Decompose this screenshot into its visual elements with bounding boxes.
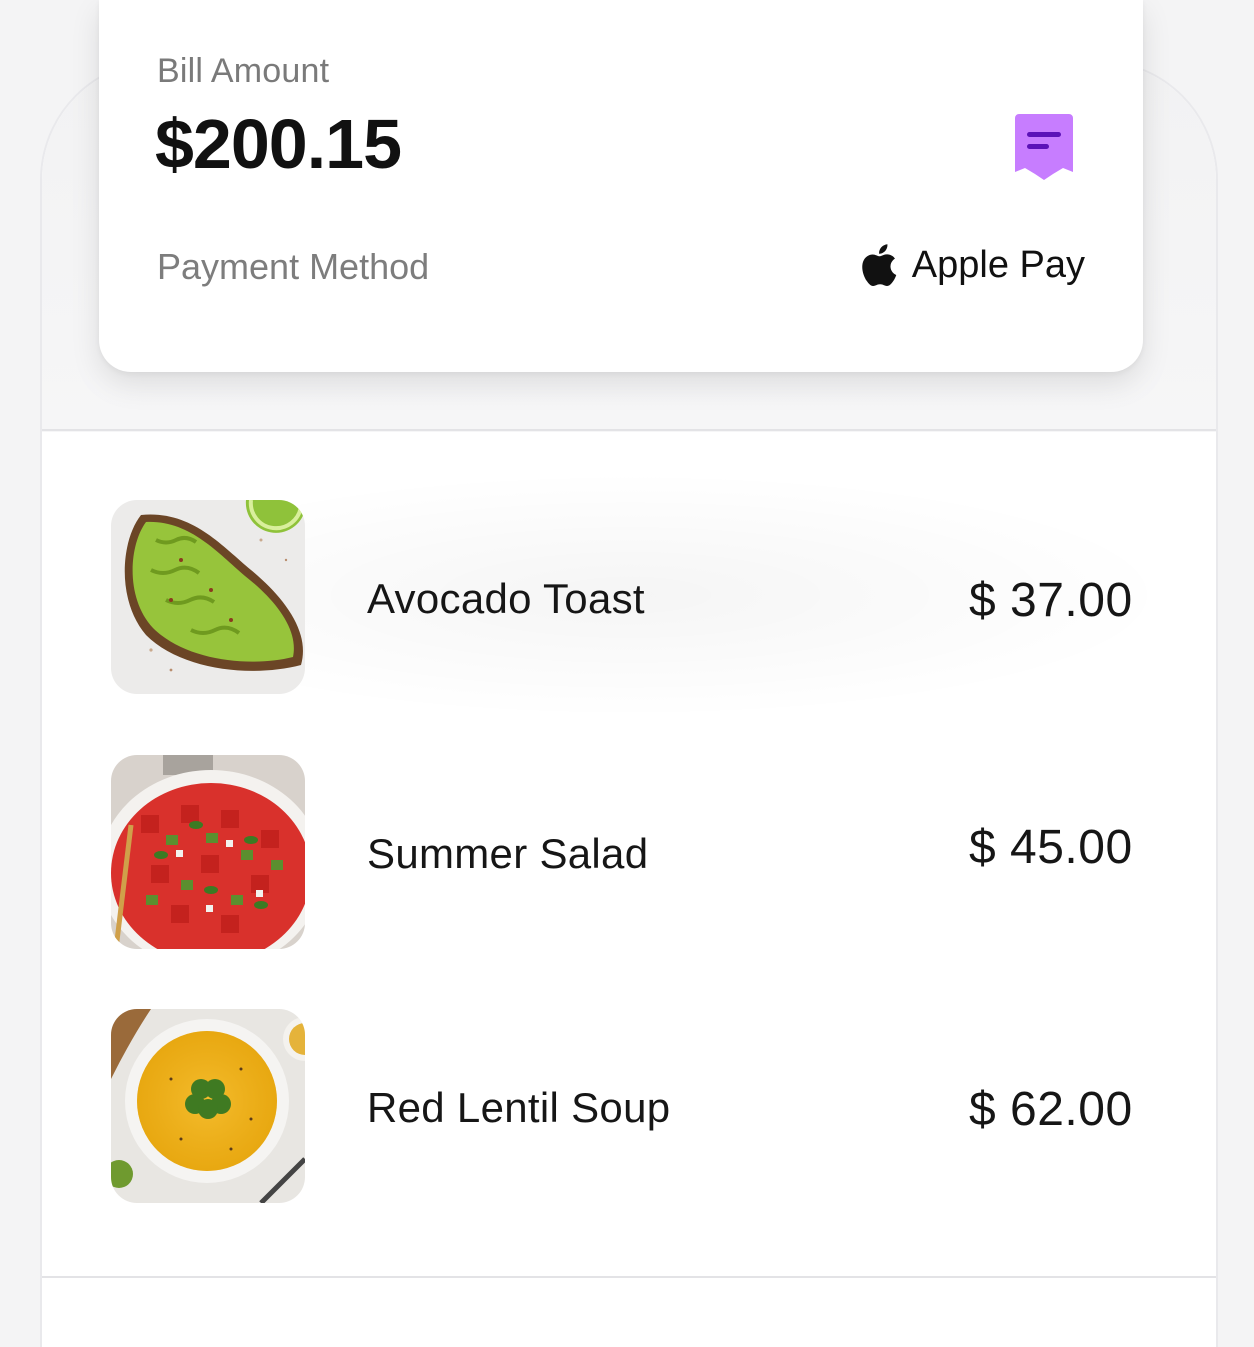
avocado-toast-photo [111, 500, 305, 694]
item-price: $ 37.00 [969, 574, 1133, 627]
order-item[interactable]: Summer Salad $ 45.00 [111, 755, 1151, 949]
order-item[interactable]: Avocado Toast $ 37.00 [111, 500, 1151, 694]
order-item[interactable]: Red Lentil Soup $ 62.00 [111, 1009, 1151, 1203]
bill-amount-value: $200.15 [155, 105, 402, 183]
section-divider [42, 1276, 1216, 1278]
item-price: $ 45.00 [969, 821, 1133, 874]
summer-salad-photo [111, 755, 305, 949]
item-price: $ 62.00 [969, 1083, 1133, 1136]
item-name: Avocado Toast [367, 575, 645, 622]
payment-method-value[interactable]: Apple Pay [856, 240, 1085, 290]
receipt-icon[interactable] [1015, 114, 1073, 180]
payment-method-name: Apple Pay [911, 243, 1085, 286]
section-divider [42, 429, 1216, 431]
bill-summary-card: Bill Amount $200.15 Payment Method Apple… [99, 0, 1143, 372]
apple-icon [856, 240, 898, 290]
red-lentil-soup-photo [111, 1009, 305, 1203]
item-name: Red Lentil Soup [367, 1084, 671, 1131]
payment-method-label: Payment Method [157, 246, 430, 287]
bill-amount-label: Bill Amount [157, 52, 330, 90]
item-name: Summer Salad [367, 830, 649, 877]
